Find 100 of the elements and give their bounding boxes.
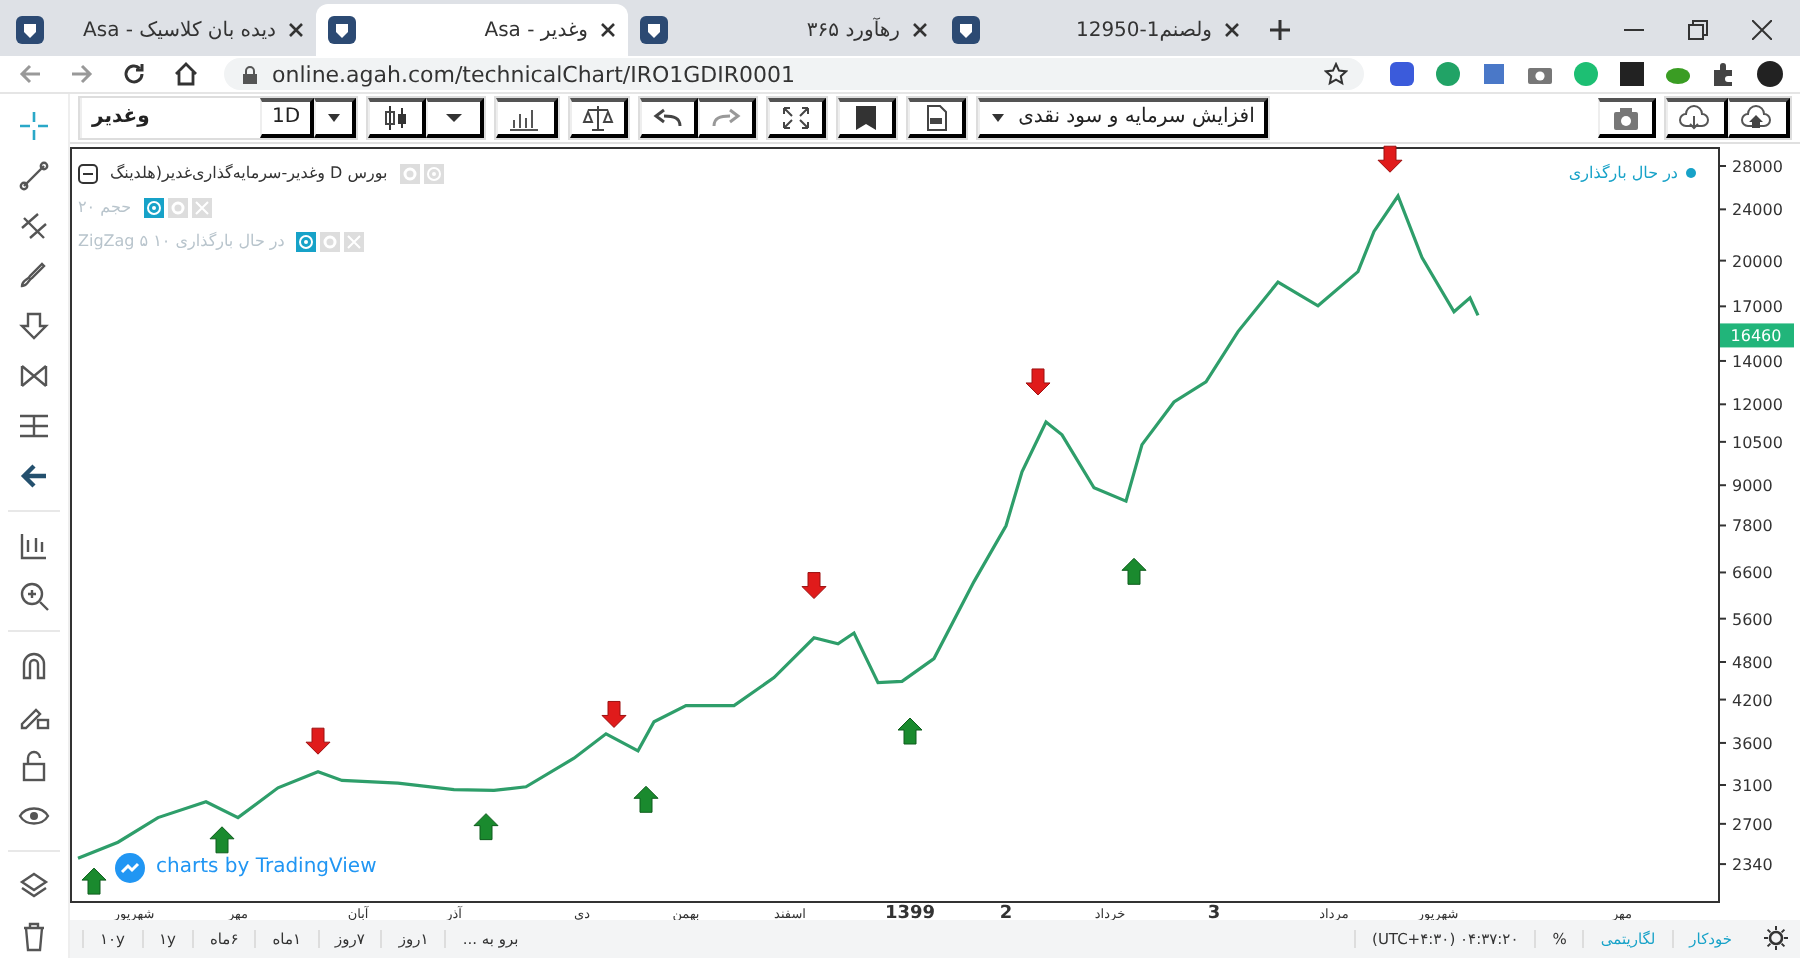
y-axis-label: 10500 — [1732, 433, 1783, 452]
redo-button[interactable] — [698, 97, 757, 138]
interval-menu-button[interactable] — [314, 97, 357, 138]
close-icon[interactable] — [286, 20, 306, 40]
study-title: حجم ۲۰ — [78, 198, 132, 217]
cloud-upload-button[interactable] — [1728, 97, 1790, 138]
compare-icon — [582, 103, 615, 132]
new-tab-icon[interactable] — [1268, 18, 1292, 42]
browser-tab[interactable]: رهآورد ۳۶۵ — [628, 4, 940, 56]
fullscreen-icon — [780, 103, 813, 132]
buy-arrow — [633, 785, 659, 813]
undo-icon — [652, 103, 685, 132]
parallel-lines-icon[interactable] — [18, 210, 50, 242]
lock-icon — [240, 63, 260, 85]
brush-icon[interactable] — [18, 260, 50, 292]
undo-button[interactable] — [640, 97, 699, 138]
lock-icon[interactable] — [18, 750, 50, 782]
y-axis-label: 28000 — [1732, 157, 1783, 176]
sell-arrow — [1025, 368, 1051, 396]
site-icon — [326, 14, 358, 46]
x-axis-label: 3 — [1207, 903, 1221, 920]
browser-tab[interactable]: ولصنم1-12950 — [940, 4, 1252, 56]
close-icon[interactable] — [1752, 20, 1772, 40]
cloud-upload-icon — [1740, 103, 1776, 132]
redo-icon — [710, 103, 743, 132]
y-axis-label: 4200 — [1732, 691, 1773, 710]
settings-icon — [169, 199, 186, 216]
close-icon[interactable] — [598, 20, 618, 40]
y-axis-label: 7800 — [1732, 517, 1773, 536]
trash-icon[interactable] — [18, 920, 50, 952]
document-button[interactable] — [908, 97, 967, 138]
tab-title: وغدیر - Asa — [484, 19, 588, 41]
y-axis-label: 2340 — [1732, 855, 1773, 874]
cloud-download-button[interactable] — [1666, 97, 1728, 138]
status-dot — [1686, 167, 1696, 178]
camera-icon — [1610, 103, 1642, 132]
loading-status: در حال بارگذاری — [1568, 163, 1678, 182]
y-axis-label: 17000 — [1732, 298, 1783, 317]
address-bar[interactable]: online.agah.com/technicalChart/IRO1GDIR0001 — [224, 58, 1364, 90]
y-axis-label: 5600 — [1732, 610, 1773, 629]
price-tag: 16460 — [1720, 323, 1794, 348]
buy-arrow — [209, 826, 235, 854]
tradingview-logo-icon — [114, 851, 146, 884]
chart-type-menu-button[interactable] — [426, 97, 485, 138]
eye-icon — [145, 199, 162, 216]
star-icon[interactable] — [1324, 62, 1348, 86]
adjustment-dropdown[interactable]: افزایش سرمایه و سود نقدی — [978, 97, 1269, 138]
close-icon[interactable] — [1222, 20, 1242, 40]
buy-arrow — [897, 717, 923, 745]
study-title: ZigZag ۵ ۱۰ در حال بارگذاری — [78, 232, 285, 251]
y-axis-label: 2700 — [1732, 815, 1773, 834]
pattern-icon[interactable] — [18, 360, 50, 392]
camera-button[interactable] — [1598, 97, 1656, 138]
interval-button[interactable]: 1D — [260, 97, 315, 138]
back-icon[interactable] — [16, 60, 44, 88]
eye-icon — [425, 165, 442, 182]
home-icon[interactable] — [172, 60, 200, 88]
puzzle-icon[interactable] — [1710, 60, 1738, 88]
y-axis-label: 24000 — [1732, 201, 1783, 220]
browser-tab[interactable]: وغدیر - Asa — [316, 4, 628, 56]
fullscreen-button[interactable] — [768, 97, 827, 138]
layers-icon[interactable] — [18, 870, 50, 902]
arrow-down-icon[interactable] — [18, 310, 50, 342]
buy-arrow — [473, 812, 499, 840]
site-icon — [950, 14, 982, 46]
restore-icon[interactable] — [1688, 20, 1708, 40]
forward-icon[interactable] — [68, 60, 96, 88]
indicators-button[interactable] — [496, 97, 559, 138]
buy-arrow — [81, 867, 107, 895]
close-icon — [193, 199, 210, 216]
reload-icon[interactable] — [120, 60, 148, 88]
browser-tab[interactable]: دیده بان کلاسیک - Asa — [4, 4, 316, 56]
tab-title: رهآورد ۳۶۵ — [806, 19, 900, 41]
sell-arrow — [1377, 145, 1403, 173]
y-axis-label: 6600 — [1732, 564, 1773, 583]
site-icon — [14, 14, 46, 46]
candles-button[interactable] — [368, 97, 427, 138]
settings-icon[interactable] — [1764, 926, 1788, 951]
site-icon — [638, 14, 670, 46]
extension-icon[interactable] — [1618, 60, 1646, 88]
buy-arrow — [1121, 557, 1147, 585]
eye-icon — [298, 233, 315, 250]
y-axis-label: 3100 — [1732, 776, 1773, 795]
visibility-button[interactable] — [296, 231, 317, 252]
save-button[interactable] — [838, 97, 897, 138]
back-arrow-icon[interactable] — [18, 460, 50, 492]
collapse-icon[interactable] — [78, 163, 98, 184]
compare-button[interactable] — [570, 97, 629, 138]
visibility-button[interactable] — [143, 197, 164, 218]
magnet-icon[interactable] — [18, 650, 50, 682]
zoom-in-icon[interactable] — [18, 580, 50, 612]
avatar-icon[interactable] — [1756, 60, 1784, 88]
close-icon[interactable] — [910, 20, 930, 40]
symbol-title: بورس D وغدیر-سرمایه‌گذاری‌غدیر(هلدینگ — [110, 164, 388, 183]
x-axis-label: 2 — [999, 903, 1013, 920]
settings-icon — [322, 233, 339, 250]
trend-line-icon[interactable] — [18, 160, 50, 192]
crosshair-icon[interactable] — [18, 110, 50, 142]
settings-icon — [401, 165, 418, 182]
x-axis-label: 1399 — [884, 903, 936, 920]
